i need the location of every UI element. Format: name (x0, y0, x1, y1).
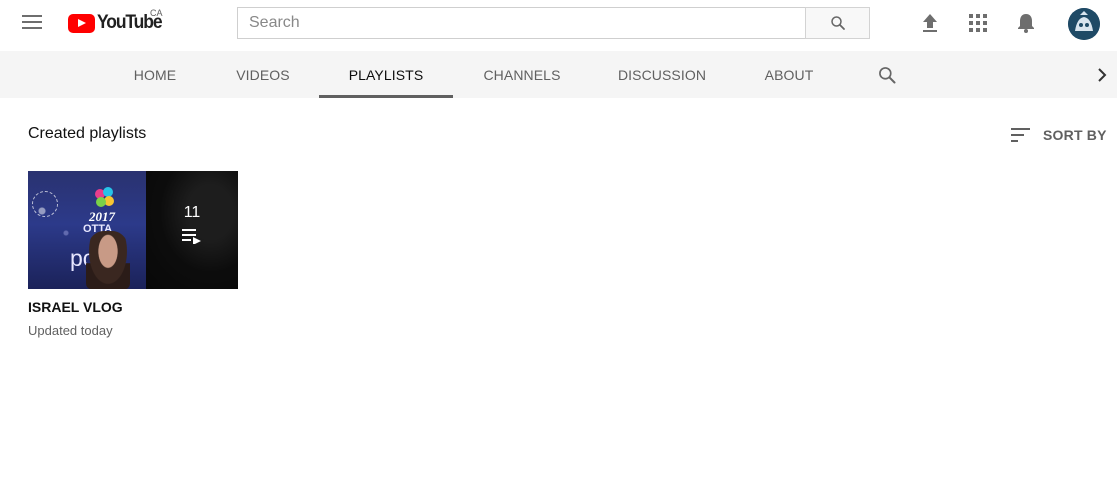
playlist-thumbnail[interactable]: 2017 OTTA po 11 (28, 171, 238, 289)
tab-videos[interactable]: VIDEOS (233, 51, 293, 98)
tab-discussion[interactable]: DISCUSSION (617, 51, 707, 98)
upload-icon[interactable] (919, 12, 941, 34)
avatar[interactable] (1068, 8, 1100, 40)
person-photo (86, 231, 130, 289)
playlist-queue-icon (182, 229, 201, 244)
sort-by-label: SORT BY (1043, 127, 1107, 143)
search-field (237, 7, 806, 39)
search-input[interactable] (238, 8, 806, 38)
playlist-count-overlay: 11 (146, 171, 238, 289)
sort-by-button[interactable]: SORT BY (1011, 125, 1107, 145)
tab-home[interactable]: HOME (130, 51, 180, 98)
sort-icon (1011, 128, 1030, 142)
playlist-card[interactable]: 2017 OTTA po 11 ISRAEL VLOG Updated toda… (28, 171, 238, 338)
thumbnail-image: 2017 OTTA po (28, 171, 146, 289)
apps-icon[interactable] (967, 12, 989, 34)
tab-about[interactable]: ABOUT (761, 51, 817, 98)
menu-icon[interactable] (22, 15, 42, 31)
tab-playlists[interactable]: PLAYLISTS (319, 51, 453, 98)
section-title: Created playlists (28, 125, 147, 142)
firework-graphic (32, 191, 58, 217)
playlist-updated-text: Updated today (28, 323, 113, 338)
maple-leaf-logo (95, 187, 114, 207)
notifications-icon[interactable] (1015, 12, 1037, 34)
chevron-right-icon[interactable] (1094, 65, 1110, 85)
youtube-logo[interactable]: YouTube CA (68, 8, 167, 34)
masthead: YouTube CA (0, 0, 1117, 51)
video-count: 11 (183, 204, 201, 221)
playlist-title[interactable]: ISRAEL VLOG (28, 299, 238, 315)
channel-tab-bar: HOME VIDEOS PLAYLISTS CHANNELS DISCUSSIO… (0, 51, 1117, 98)
tab-channels[interactable]: CHANNELS (481, 51, 563, 98)
play-logo-icon (68, 13, 95, 33)
channel-search-icon[interactable] (877, 65, 897, 85)
search-icon (830, 16, 845, 30)
search-button[interactable] (805, 7, 870, 39)
logo-country: CA (150, 8, 163, 18)
